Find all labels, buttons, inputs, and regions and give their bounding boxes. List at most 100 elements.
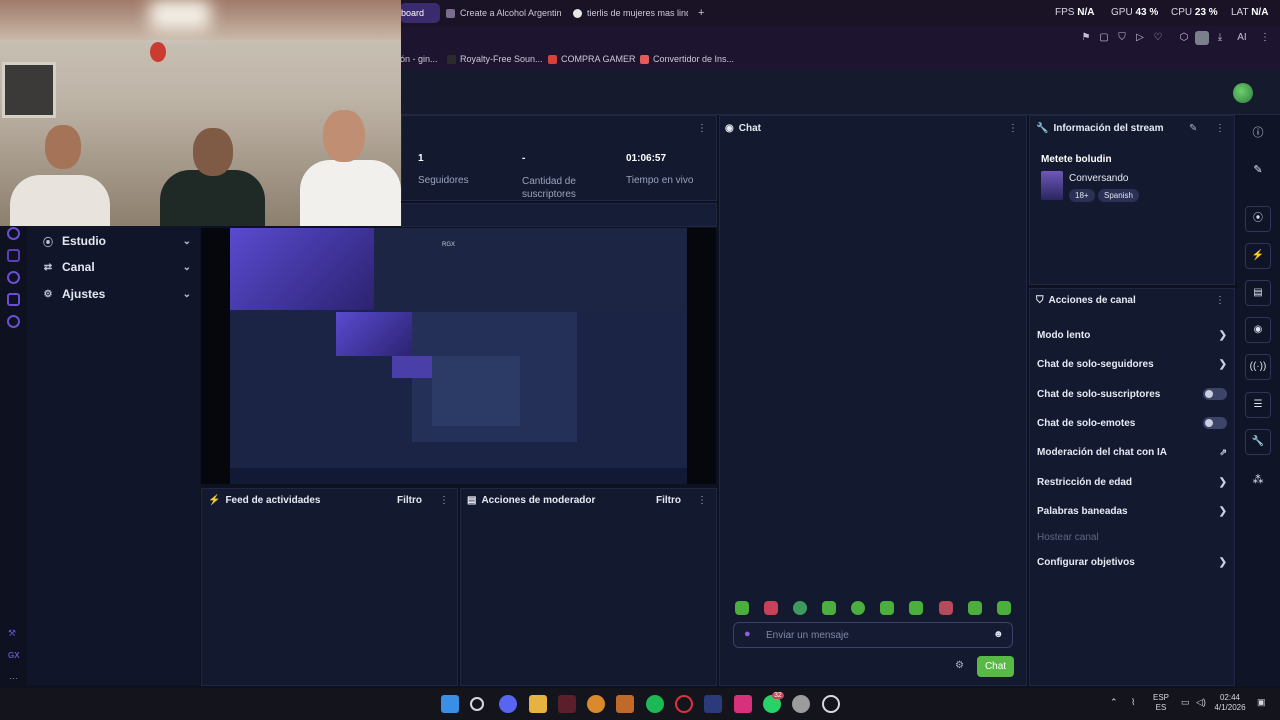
heart-icon[interactable]: ♡: [1151, 31, 1165, 45]
emote-icon[interactable]: [851, 601, 865, 615]
rail-history-icon[interactable]: [7, 271, 20, 284]
network-icon[interactable]: ▭: [1181, 697, 1190, 708]
search-icon[interactable]: [470, 697, 484, 711]
rail-gx-icon[interactable]: GX: [8, 651, 20, 660]
profile-avatar[interactable]: [1195, 31, 1209, 45]
action-solo-seguidores[interactable]: Chat de solo-seguidores ❯: [1037, 354, 1227, 374]
microphone-tray-icon[interactable]: ⌇: [1131, 697, 1135, 708]
emote-icon[interactable]: [909, 601, 923, 615]
instagram-icon[interactable]: [734, 695, 752, 713]
broadcast-rail-icon[interactable]: ((·)): [1245, 354, 1271, 380]
tray-chevron-up-icon[interactable]: ⌃: [1110, 697, 1118, 708]
activity-menu-icon[interactable]: ⋮: [439, 495, 449, 506]
studio-rail-icon[interactable]: ⦿: [1245, 206, 1271, 232]
new-tab-button[interactable]: +: [698, 3, 710, 23]
subs-value: -: [522, 153, 526, 164]
toggle-switch[interactable]: [1203, 417, 1227, 429]
nav-canal[interactable]: ⇄ Canal ⌄: [41, 255, 191, 279]
ai-button[interactable]: AI: [1232, 31, 1252, 45]
extensions-icon[interactable]: ⬡: [1177, 31, 1191, 45]
opera-gx-icon[interactable]: [675, 695, 693, 713]
app-icon[interactable]: [704, 695, 722, 713]
pencil-icon[interactable]: ✎: [1250, 162, 1266, 178]
bookmark-item[interactable]: Convertidor de Ins...: [640, 54, 734, 64]
rail-settings-icon[interactable]: [7, 315, 20, 328]
tab-alcohol[interactable]: Create a Alcohol Argentin…: [446, 3, 561, 23]
rail-home-icon[interactable]: [7, 227, 20, 240]
tab-tierlist[interactable]: tierlis de mujeres mas lind…: [573, 3, 688, 23]
notifications-icon[interactable]: ▣: [1257, 697, 1266, 708]
bookmark-item[interactable]: Royalty-Free Soun...: [447, 54, 543, 64]
snapshot-icon[interactable]: ▢: [1097, 31, 1111, 45]
emote-icon[interactable]: [822, 601, 836, 615]
action-modo-lento[interactable]: Modo lento ❯: [1037, 325, 1227, 345]
chat-send-button[interactable]: Chat: [977, 656, 1014, 677]
bookmark-icon[interactable]: ⚑: [1079, 31, 1093, 45]
emoji-icon[interactable]: ☻: [993, 629, 1004, 640]
microphone-icon[interactable]: ●: [744, 628, 751, 640]
chat-settings-icon[interactable]: ⚙: [955, 660, 964, 671]
menu-icon[interactable]: ⋮: [1258, 31, 1272, 45]
nav-estudio[interactable]: ⦿ Estudio ⌄: [41, 229, 191, 253]
mod-menu-icon[interactable]: ⋮: [697, 495, 707, 506]
action-moderacion-ia[interactable]: Moderación del chat con IA ⇗: [1037, 442, 1227, 462]
channel-actions-title: ⛉ Acciones de canal: [1036, 295, 1136, 306]
bookmark-item[interactable]: COMPRA GAMER: [548, 54, 636, 64]
tag-badge[interactable]: Spanish: [1098, 189, 1139, 202]
chrome-icon[interactable]: [792, 695, 810, 713]
action-label: Hostear canal: [1037, 531, 1099, 543]
emote-icon[interactable]: [880, 601, 894, 615]
action-restriccion-edad[interactable]: Restricción de edad ❯: [1037, 472, 1227, 492]
wrench-rail-icon[interactable]: 🔧: [1245, 429, 1271, 455]
actions-rail-icon[interactable]: ⁂: [1250, 472, 1266, 488]
stream-manager-rail-icon[interactable]: ☰: [1245, 392, 1271, 418]
discord-icon[interactable]: [499, 695, 517, 713]
address-toolbar: [400, 26, 1280, 50]
toggle-switch[interactable]: [1203, 388, 1227, 400]
bookmark-favicon-icon: [640, 54, 649, 64]
emote-icon[interactable]: [968, 601, 982, 615]
clipboard-rail-icon[interactable]: ▤: [1245, 280, 1271, 306]
download-icon[interactable]: ⤓: [1213, 31, 1227, 45]
subs-label: Cantidad de suscriptores: [522, 176, 576, 200]
volume-icon[interactable]: ◁): [1196, 697, 1206, 708]
spotify-icon[interactable]: [646, 695, 664, 713]
emote-icon[interactable]: [997, 601, 1011, 615]
chat-menu-icon[interactable]: ⋮: [1008, 123, 1018, 134]
emote-icon[interactable]: [764, 601, 778, 615]
action-configurar-objetivos[interactable]: Configurar objetivos ❯: [1037, 552, 1227, 572]
rail-more-icon[interactable]: …: [9, 671, 18, 681]
stream-info-menu-icon[interactable]: ⋮: [1215, 123, 1225, 134]
nav-ajustes[interactable]: ⚙ Ajustes ⌄: [41, 282, 191, 306]
app-icon[interactable]: [587, 695, 605, 713]
emote-icon[interactable]: [793, 601, 807, 615]
rail-download-icon[interactable]: [7, 293, 20, 306]
emote-icon[interactable]: [735, 601, 749, 615]
stats-menu-icon[interactable]: ⋮: [697, 123, 707, 134]
app-icon[interactable]: [558, 695, 576, 713]
shield-icon[interactable]: ⛉: [1115, 31, 1129, 45]
bolt-rail-icon[interactable]: ⚡: [1245, 243, 1271, 269]
tab-dashboard[interactable]: board: [400, 3, 440, 23]
rail-messages-icon[interactable]: [7, 249, 20, 262]
rail-tools-icon[interactable]: ⚒: [8, 628, 16, 639]
file-explorer-icon[interactable]: [529, 695, 547, 713]
clock[interactable]: 02:44 4/1/2026: [1213, 693, 1247, 713]
language-indicator[interactable]: ESP ES: [1150, 693, 1172, 713]
bookmark-item[interactable]: ón - gin...: [400, 54, 438, 64]
user-avatar[interactable]: [1233, 83, 1253, 103]
tag-badge[interactable]: 18+: [1069, 189, 1095, 202]
emote-icon[interactable]: [939, 601, 953, 615]
chat-rail-icon[interactable]: ◉: [1245, 317, 1271, 343]
channel-actions-menu-icon[interactable]: ⋮: [1215, 295, 1225, 306]
stat-value: N/A: [1077, 7, 1095, 18]
play-icon[interactable]: ▷: [1133, 31, 1147, 45]
obs-icon[interactable]: [822, 695, 840, 713]
info-icon[interactable]: ⓘ: [1250, 125, 1266, 141]
activity-filter-button[interactable]: Filtro: [397, 495, 422, 506]
windows-start-icon[interactable]: [441, 695, 459, 713]
mod-filter-button[interactable]: Filtro: [656, 495, 681, 506]
edit-pencil-icon[interactable]: ✎: [1189, 123, 1197, 134]
action-palabras-baneadas[interactable]: Palabras baneadas ❯: [1037, 501, 1227, 521]
app-icon[interactable]: [616, 695, 634, 713]
